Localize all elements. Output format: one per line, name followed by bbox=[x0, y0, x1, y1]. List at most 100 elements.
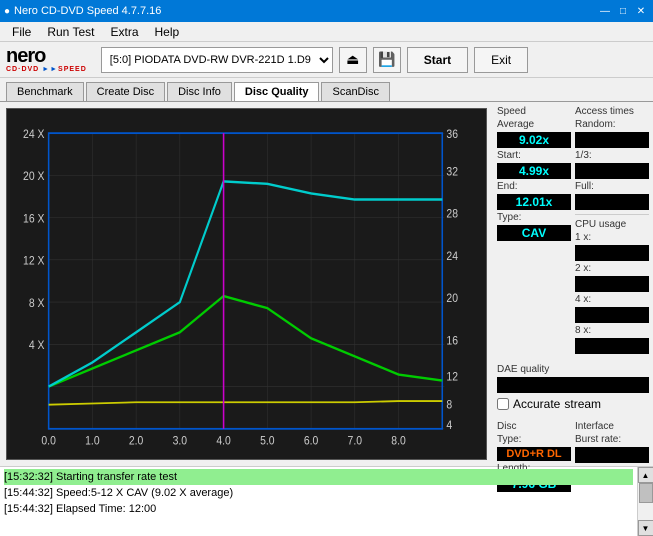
svg-text:2.0: 2.0 bbox=[129, 435, 143, 448]
minimize-button[interactable]: — bbox=[597, 4, 613, 18]
title-bar: ● Nero CD-DVD Speed 4.7.7.16 — □ ✕ bbox=[0, 0, 653, 22]
divider-1 bbox=[575, 214, 649, 215]
cpu-1x-label: 1 x: bbox=[575, 232, 649, 243]
disc-type-sub: Type: bbox=[497, 434, 571, 445]
speed-label: Speed bbox=[497, 106, 571, 117]
svg-text:8 X: 8 X bbox=[29, 297, 45, 310]
speed-type-label: Type: bbox=[497, 212, 571, 223]
speed-end-value: 12.01x bbox=[497, 194, 571, 210]
svg-text:6.0: 6.0 bbox=[304, 435, 318, 448]
tab-bar: Benchmark Create Disc Disc Info Disc Qua… bbox=[0, 78, 653, 102]
tab-scan-disc[interactable]: ScanDisc bbox=[321, 82, 389, 101]
save-button[interactable]: 💾 bbox=[373, 47, 401, 73]
dae-label: DAE quality bbox=[497, 364, 649, 375]
access-full-label: Full: bbox=[575, 181, 649, 192]
svg-text:12: 12 bbox=[446, 371, 458, 384]
svg-text:16 X: 16 X bbox=[23, 213, 45, 226]
speed-average-label: Average bbox=[497, 119, 571, 130]
access-label: Access times bbox=[575, 106, 649, 117]
scroll-thumb[interactable] bbox=[639, 483, 653, 503]
svg-text:1.0: 1.0 bbox=[85, 435, 99, 448]
logo: nero CD·DVD ►►SPEED bbox=[6, 46, 87, 73]
tab-create-disc[interactable]: Create Disc bbox=[86, 82, 165, 101]
svg-text:4: 4 bbox=[446, 419, 452, 432]
cpu-4x-value bbox=[575, 307, 649, 323]
log-content: [15:32:32] Starting transfer rate test [… bbox=[0, 467, 637, 536]
cpu-1x-value bbox=[575, 245, 649, 261]
svg-text:7.0: 7.0 bbox=[348, 435, 362, 448]
burst-value bbox=[575, 447, 649, 463]
tab-disc-quality[interactable]: Disc Quality bbox=[234, 82, 320, 101]
tab-disc-info[interactable]: Disc Info bbox=[167, 82, 232, 101]
title-bar-controls: — □ ✕ bbox=[597, 4, 649, 18]
start-button[interactable]: Start bbox=[407, 47, 468, 73]
svg-text:4.0: 4.0 bbox=[216, 435, 230, 448]
svg-text:8: 8 bbox=[446, 399, 452, 412]
log-line-0: [15:32:32] Starting transfer rate test bbox=[4, 469, 633, 485]
drive-select[interactable]: [5:0] PIODATA DVD-RW DVR-221D 1.D9 bbox=[101, 47, 333, 73]
accurate-label: Accurate bbox=[513, 397, 560, 411]
svg-text:28: 28 bbox=[446, 208, 458, 221]
eject-button[interactable]: ⏏ bbox=[339, 47, 367, 73]
disc-type-value: DVD+R DL bbox=[497, 447, 571, 461]
svg-text:8.0: 8.0 bbox=[391, 435, 405, 448]
svg-text:0.0: 0.0 bbox=[41, 435, 55, 448]
top-panels: Speed Average 9.02x Start: 4.99x End: 12… bbox=[497, 106, 649, 354]
access-random-label: Random: bbox=[575, 119, 649, 130]
right-panel: Speed Average 9.02x Start: 4.99x End: 12… bbox=[493, 102, 653, 466]
cpu-2x-label: 2 x: bbox=[575, 263, 649, 274]
cpu-8x-label: 8 x: bbox=[575, 325, 649, 336]
log-line-2: [15:44:32] Elapsed Time: 12:00 bbox=[4, 501, 633, 517]
svg-text:20: 20 bbox=[446, 292, 458, 305]
interface-label: Interface bbox=[575, 421, 649, 432]
svg-text:16: 16 bbox=[446, 335, 458, 348]
menu-extra[interactable]: Extra bbox=[102, 23, 146, 41]
log-area: [15:32:32] Starting transfer rate test [… bbox=[0, 466, 653, 536]
app-title: Nero CD-DVD Speed 4.7.7.16 bbox=[14, 5, 161, 17]
scroll-down-button[interactable]: ▼ bbox=[638, 520, 653, 536]
svg-text:5.0: 5.0 bbox=[260, 435, 274, 448]
main-area: 24 X 20 X 16 X 12 X 8 X 4 X 36 32 28 24 … bbox=[0, 102, 653, 466]
app-icon: ● bbox=[4, 6, 10, 17]
svg-text:24: 24 bbox=[446, 250, 458, 263]
cpu-8x-value bbox=[575, 338, 649, 354]
svg-text:20 X: 20 X bbox=[23, 171, 45, 184]
svg-text:4 X: 4 X bbox=[29, 340, 45, 353]
menu-file[interactable]: File bbox=[4, 23, 39, 41]
access-third-value bbox=[575, 163, 649, 179]
burst-label: Burst rate: bbox=[575, 434, 649, 445]
svg-text:3.0: 3.0 bbox=[173, 435, 187, 448]
accurate-stream-checkbox[interactable] bbox=[497, 398, 509, 410]
speed-section: Speed Average 9.02x Start: 4.99x End: 12… bbox=[497, 106, 571, 354]
tab-benchmark[interactable]: Benchmark bbox=[6, 82, 84, 101]
log-line-1: [15:44:32] Speed:5-12 X CAV (9.02 X aver… bbox=[4, 485, 633, 501]
dae-value bbox=[497, 377, 649, 393]
menu-bar: File Run Test Extra Help bbox=[0, 22, 653, 42]
cpu-label: CPU usage bbox=[575, 219, 649, 230]
svg-text:32: 32 bbox=[446, 166, 458, 179]
access-section: Access times Random: 1/3: Full: CPU usag… bbox=[575, 106, 649, 354]
stream-label: stream bbox=[564, 397, 601, 411]
disc-label: Disc bbox=[497, 421, 571, 432]
log-scrollbar: ▲ ▼ bbox=[637, 467, 653, 536]
access-full-value bbox=[575, 194, 649, 210]
accurate-stream-row: Accurate stream bbox=[497, 397, 649, 411]
chart-svg: 24 X 20 X 16 X 12 X 8 X 4 X 36 32 28 24 … bbox=[7, 109, 486, 459]
menu-help[interactable]: Help bbox=[147, 23, 188, 41]
exit-button[interactable]: Exit bbox=[474, 47, 528, 73]
maximize-button[interactable]: □ bbox=[615, 4, 631, 18]
speed-start-value: 4.99x bbox=[497, 163, 571, 179]
speed-end-label: End: bbox=[497, 181, 571, 192]
speed-type-value: CAV bbox=[497, 225, 571, 241]
svg-text:12 X: 12 X bbox=[23, 255, 45, 268]
cpu-2x-value bbox=[575, 276, 649, 292]
logo-sub: CD·DVD ►►SPEED bbox=[6, 66, 87, 73]
speed-start-label: Start: bbox=[497, 150, 571, 161]
menu-run-test[interactable]: Run Test bbox=[39, 23, 102, 41]
close-button[interactable]: ✕ bbox=[633, 4, 649, 18]
svg-text:36: 36 bbox=[446, 128, 458, 141]
toolbar: nero CD·DVD ►►SPEED [5:0] PIODATA DVD-RW… bbox=[0, 42, 653, 78]
access-random-value bbox=[575, 132, 649, 148]
scroll-up-button[interactable]: ▲ bbox=[638, 467, 653, 483]
logo-text: nero bbox=[6, 46, 87, 66]
